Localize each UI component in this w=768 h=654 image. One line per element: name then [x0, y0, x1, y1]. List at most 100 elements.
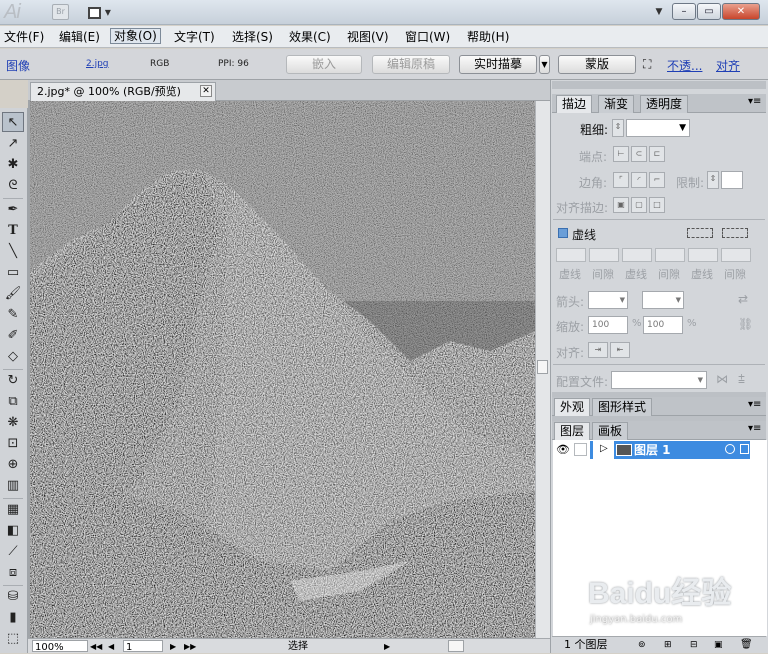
prev-page-icon[interactable]: ◀ — [108, 640, 114, 653]
symbol-sprayer-tool-icon[interactable]: ⛁ — [2, 587, 24, 607]
pen-tool-icon[interactable]: ✒ — [2, 200, 24, 220]
limit-input[interactable] — [721, 171, 743, 189]
last-page-icon[interactable]: ▶▶ — [184, 640, 196, 653]
mask-button[interactable]: 蒙版 — [558, 55, 636, 74]
direct-selection-tool-icon[interactable]: ↗ — [2, 134, 24, 154]
limit-stepper[interactable]: ⇕ — [707, 171, 719, 189]
weight-select[interactable]: ▼ — [626, 119, 690, 137]
scale-tool-icon[interactable]: ⧉ — [2, 392, 24, 412]
object-type-label[interactable]: 图像 — [6, 57, 30, 74]
selection-square-icon[interactable] — [740, 444, 749, 454]
gap-input-1[interactable] — [589, 248, 619, 262]
menu-view[interactable]: 视图(V) — [344, 29, 392, 45]
edit-original-button[interactable]: 编辑原稿 — [372, 55, 450, 74]
menu-help[interactable]: 帮助(H) — [464, 29, 512, 45]
align-center-icon[interactable]: ▣ — [613, 197, 629, 213]
new-sublayer-icon[interactable]: ⊟ — [690, 637, 698, 653]
arrow-place-icon[interactable]: ⇤ — [610, 342, 630, 358]
artwork-image[interactable] — [30, 101, 535, 638]
arrange-documents-button[interactable]: ▾ — [88, 3, 118, 21]
graph-tool-icon[interactable]: ▥ — [2, 476, 24, 496]
flip-across-icon[interactable]: ⩲ — [738, 372, 745, 387]
end-arrow-select[interactable]: ▼ — [642, 291, 684, 309]
free-transform-tool-icon[interactable]: ⊡ — [2, 434, 24, 454]
blend-tool-icon[interactable]: ⧈ — [2, 563, 24, 583]
artboard-tool-icon[interactable]: ⬚ — [2, 629, 24, 649]
tab-graphic-styles[interactable]: 图形样式 — [592, 398, 653, 416]
gap-input-2[interactable] — [655, 248, 685, 262]
tab-layers[interactable]: 图层 — [554, 422, 591, 440]
round-cap-icon[interactable]: ⊂ — [631, 146, 647, 162]
menu-window[interactable]: 窗口(W) — [402, 29, 453, 45]
bridge-button[interactable]: Br — [52, 4, 69, 20]
maximize-button[interactable]: ▭ — [697, 3, 721, 20]
rotate-tool-icon[interactable]: ↻ — [2, 371, 24, 391]
status-menu-arrow-icon[interactable]: ▶ — [384, 640, 390, 653]
next-page-icon[interactable]: ▶ — [170, 640, 176, 653]
tab-transparency[interactable]: 透明度 — [640, 95, 689, 113]
dash-input-2[interactable] — [622, 248, 652, 262]
miter-join-icon[interactable]: ⌜ — [613, 172, 629, 188]
tab-close-icon[interactable]: ✕ — [200, 85, 212, 97]
round-join-icon[interactable]: ◜ — [631, 172, 647, 188]
menu-file[interactable]: 文件(F) — [1, 29, 47, 45]
bevel-join-icon[interactable]: ⌐ — [649, 172, 665, 188]
workspace-switcher-button[interactable]: ▼ — [650, 3, 668, 21]
rectangle-tool-icon[interactable]: ▭ — [2, 263, 24, 283]
profile-select[interactable]: ▼ — [611, 371, 707, 389]
paintbrush-tool-icon[interactable]: 🖌 — [2, 284, 24, 304]
lasso-tool-icon[interactable]: ᘓ — [2, 176, 24, 196]
new-layer-icon[interactable]: ▣ — [714, 637, 723, 653]
dash-corner-align-icon[interactable] — [687, 228, 713, 238]
menu-effect[interactable]: 效果(C) — [286, 29, 334, 45]
vertical-scroll-thumb[interactable] — [537, 360, 548, 374]
gradient-tool-icon[interactable]: ◧ — [2, 521, 24, 541]
flip-along-icon[interactable]: ⋈ — [716, 372, 728, 386]
link-scale-icon[interactable]: ⛓ — [738, 317, 753, 331]
panel-menu-icon[interactable]: ▾≡ — [748, 423, 761, 434]
tab-appearance[interactable]: 外观 — [554, 398, 591, 416]
weight-stepper[interactable]: ⇕ — [612, 119, 624, 137]
menu-select[interactable]: 选择(S) — [229, 29, 276, 45]
dash-input-1[interactable] — [556, 248, 586, 262]
locate-object-icon[interactable]: ⊚ — [638, 637, 646, 653]
zoom-select[interactable]: 100% — [32, 640, 88, 653]
expand-triangle-icon[interactable]: ▷ — [600, 443, 608, 454]
selection-tool-icon[interactable]: ↖ — [2, 112, 24, 132]
butt-cap-icon[interactable]: ⊢ — [613, 146, 629, 162]
menu-type[interactable]: 文字(T) — [171, 29, 218, 45]
status-mode[interactable]: 选择 — [218, 640, 378, 653]
target-circle-icon[interactable] — [725, 444, 735, 454]
minimize-button[interactable]: – — [672, 3, 696, 20]
type-tool-icon[interactable]: T — [2, 221, 24, 241]
document-tab[interactable]: 2.jpg* @ 100% (RGB/预览) — [30, 82, 216, 101]
horizontal-scroll-thumb[interactable] — [448, 640, 464, 652]
panel-menu-icon[interactable]: ▾≡ — [748, 399, 761, 410]
magic-wand-tool-icon[interactable]: ✱ — [2, 155, 24, 175]
tab-stroke[interactable]: 描边 — [556, 95, 593, 113]
transform-icon[interactable]: ⛶ — [643, 57, 651, 72]
dashed-checkbox[interactable] — [558, 228, 568, 238]
align-link[interactable]: 对齐 — [716, 57, 740, 74]
column-graph-tool-icon[interactable]: ▮ — [2, 608, 24, 628]
start-scale-input[interactable]: 100 — [588, 316, 628, 334]
eyedropper-tool-icon[interactable]: ⟋ — [2, 542, 24, 562]
end-scale-input[interactable]: 100 — [643, 316, 683, 334]
tab-artboards[interactable]: 画板 — [592, 422, 629, 440]
eraser-tool-icon[interactable]: ◇ — [2, 347, 24, 367]
filename-link[interactable]: 2.jpg — [86, 59, 109, 69]
live-trace-button[interactable]: 实时描摹 — [459, 55, 537, 74]
close-button[interactable]: ✕ — [722, 3, 760, 20]
arrow-extend-icon[interactable]: ⇥ — [588, 342, 608, 358]
dash-input-3[interactable] — [688, 248, 718, 262]
panel-menu-icon[interactable]: ▾≡ — [748, 96, 761, 107]
pencil-tool-icon[interactable]: ✎ — [2, 305, 24, 325]
line-tool-icon[interactable]: ╲ — [2, 242, 24, 262]
trash-icon[interactable]: 🗑 — [740, 637, 753, 653]
menu-edit[interactable]: 编辑(E) — [56, 29, 103, 45]
tab-gradient[interactable]: 渐变 — [598, 95, 635, 113]
clipping-mask-icon[interactable]: ⊞ — [664, 637, 672, 653]
menu-object[interactable]: 对象(O) — [110, 28, 161, 44]
warp-tool-icon[interactable]: ❋ — [2, 413, 24, 433]
embed-button[interactable]: 嵌入 — [286, 55, 362, 74]
